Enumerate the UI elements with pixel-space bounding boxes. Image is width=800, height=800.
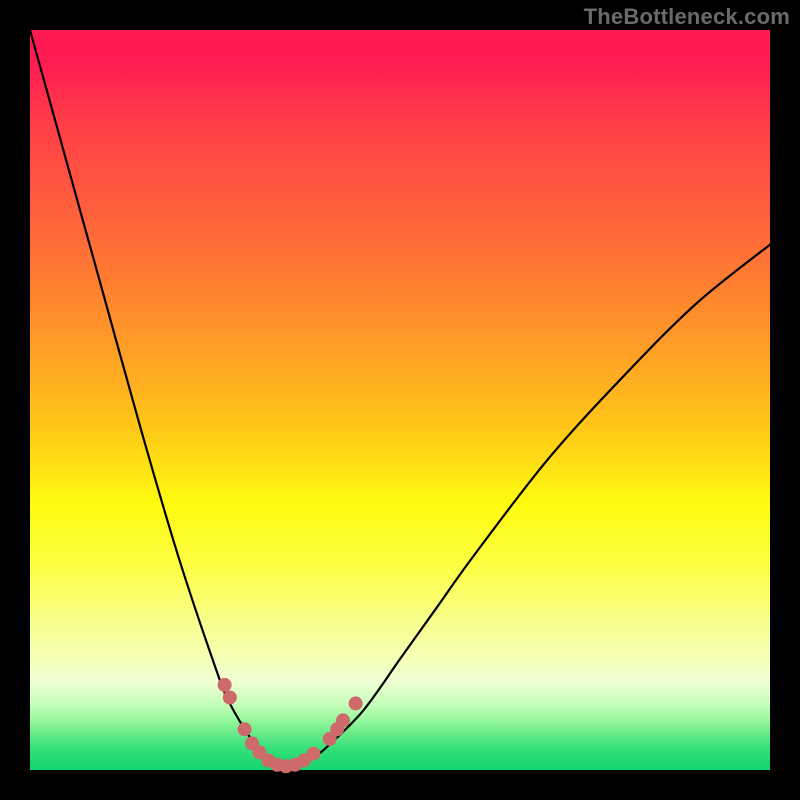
curve-group [30, 30, 770, 767]
curve-markers [218, 678, 363, 773]
curve-marker [349, 696, 363, 710]
curve-marker [218, 678, 232, 692]
curve-marker [306, 747, 320, 761]
bottleneck-curve [30, 30, 770, 767]
chart-plot-area [30, 30, 770, 770]
curve-marker [238, 722, 252, 736]
curve-marker [223, 691, 237, 705]
curve-marker [336, 713, 350, 727]
chart-svg [30, 30, 770, 770]
watermark-text: TheBottleneck.com [584, 4, 790, 30]
chart-frame: TheBottleneck.com [0, 0, 800, 800]
